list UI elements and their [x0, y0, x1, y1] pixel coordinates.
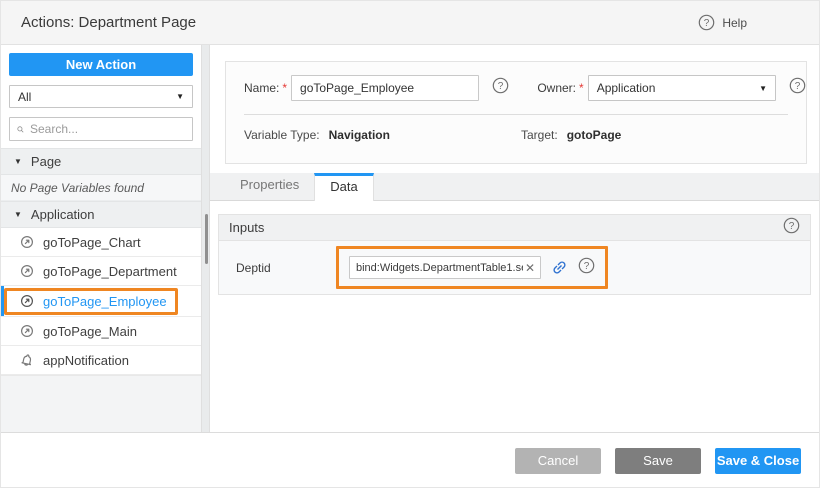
variable-filter-select[interactable]: All ▼: [9, 85, 193, 108]
owner-select[interactable]: Application ▼: [588, 75, 776, 101]
inputs-body: Deptid bind:Widgets.DepartmentTable1.sel…: [218, 241, 811, 295]
chevron-down-icon: ▼: [176, 92, 184, 101]
detail-tabbar: Properties Data: [210, 173, 819, 201]
group-label: Page: [31, 154, 61, 169]
save-and-close-button[interactable]: Save & Close: [715, 448, 801, 474]
svg-text:?: ?: [795, 81, 801, 92]
sidebar-item-appnotification[interactable]: appNotification: [1, 346, 201, 375]
panel-divider: [201, 45, 210, 432]
page-empty-message: No Page Variables found: [1, 175, 201, 201]
help-icon: ?: [783, 217, 800, 234]
deptid-label: Deptid: [219, 261, 336, 275]
target-value: gotoPage: [567, 128, 622, 142]
name-label: Name:: [244, 81, 279, 95]
variable-label: goToPage_Department: [43, 264, 177, 279]
variable-label: goToPage_Employee: [43, 294, 167, 309]
svg-text:?: ?: [704, 18, 710, 29]
owner-help-button[interactable]: ?: [789, 77, 806, 99]
variable-label: appNotification: [43, 353, 129, 368]
sidebar-item-gotopage-main[interactable]: goToPage_Main: [1, 317, 201, 346]
help-icon: ?: [578, 257, 595, 274]
owner-value: Application: [597, 81, 656, 95]
variable-type-value: Navigation: [329, 128, 390, 142]
sidebar-item-gotopage-employee[interactable]: goToPage_Employee: [1, 286, 201, 317]
sidebar-filler: [1, 375, 201, 432]
filter-value: All: [18, 90, 31, 104]
inputs-section-header: Inputs ?: [218, 214, 811, 241]
dialog-header: Actions: Department Page ? Help: [1, 1, 819, 45]
svg-text:?: ?: [789, 221, 795, 232]
selection-highlight: goToPage_Employee: [4, 288, 178, 315]
variables-tree: ▼ Page No Page Variables found ▼ Applica…: [1, 148, 201, 375]
help-icon: ?: [698, 14, 715, 31]
tree-group-application[interactable]: ▼ Application: [1, 201, 201, 228]
cancel-button[interactable]: Cancel: [515, 448, 601, 474]
help-button[interactable]: ? Help: [698, 14, 819, 31]
svg-text:?: ?: [584, 261, 590, 272]
bind-expression-value: bind:Widgets.DepartmentTable1.select: [356, 262, 523, 274]
group-label: Application: [31, 207, 95, 222]
chevron-down-icon: ▼: [759, 84, 767, 93]
help-icon: ?: [492, 77, 509, 94]
required-marker: *: [282, 81, 287, 95]
bind-highlight-box: bind:Widgets.DepartmentTable1.select ✕: [336, 246, 608, 289]
inputs-title: Inputs: [219, 220, 264, 235]
dialog-footer: Cancel Save Save & Close: [1, 432, 819, 488]
tab-data[interactable]: Data: [314, 173, 373, 201]
sidebar-item-gotopage-department[interactable]: goToPage_Department: [1, 257, 201, 286]
collapse-icon: ▼: [14, 157, 22, 166]
collapse-icon: ▼: [14, 210, 22, 219]
clear-binding-icon[interactable]: ✕: [523, 261, 537, 275]
variables-sidebar: New Action All ▼ ▼ Page: [1, 45, 201, 432]
action-summary-panel: Name: * ? Owner: * Application ▼: [225, 61, 807, 164]
help-label: Help: [722, 16, 747, 30]
tree-group-page[interactable]: ▼ Page: [1, 148, 201, 175]
deptid-bind-field[interactable]: bind:Widgets.DepartmentTable1.select ✕: [349, 256, 541, 279]
navigation-variable-icon: [20, 264, 34, 278]
variable-search[interactable]: [9, 117, 193, 141]
search-input[interactable]: [30, 122, 185, 136]
target-label: Target:: [521, 128, 558, 142]
name-field[interactable]: [291, 75, 479, 101]
owner-label: Owner:: [537, 81, 576, 95]
input-row-deptid: Deptid bind:Widgets.DepartmentTable1.sel…: [219, 246, 810, 289]
bind-link-icon[interactable]: [551, 259, 568, 276]
navigation-variable-icon: [20, 324, 34, 338]
variable-label: goToPage_Main: [43, 324, 137, 339]
search-icon: [17, 123, 24, 136]
variable-label: goToPage_Chart: [43, 235, 141, 250]
scrollbar-thumb[interactable]: [205, 214, 208, 264]
tab-properties[interactable]: Properties: [225, 172, 314, 200]
name-help-button[interactable]: ?: [492, 77, 509, 99]
svg-text:?: ?: [498, 81, 504, 92]
actions-dialog: Actions: Department Page ? Help New Acti…: [0, 0, 820, 488]
variable-type-label: Variable Type:: [244, 128, 320, 142]
page-title: Actions: Department Page: [1, 14, 196, 31]
navigation-variable-icon: [20, 294, 34, 308]
inputs-section: Inputs ? Deptid bind:Widgets.DepartmentT…: [218, 214, 811, 295]
inputs-help-button[interactable]: ?: [783, 217, 800, 239]
notification-variable-icon: [19, 352, 36, 369]
save-button[interactable]: Save: [615, 448, 701, 474]
deptid-help-button[interactable]: ?: [578, 257, 595, 279]
required-marker: *: [579, 81, 584, 95]
panel-divider-line: [244, 114, 788, 115]
navigation-variable-icon: [20, 235, 34, 249]
sidebar-item-gotopage-chart[interactable]: goToPage_Chart: [1, 228, 201, 257]
help-icon: ?: [789, 77, 806, 94]
new-action-button[interactable]: New Action: [9, 53, 193, 76]
action-detail-panel: Name: * ? Owner: * Application ▼: [210, 45, 819, 432]
